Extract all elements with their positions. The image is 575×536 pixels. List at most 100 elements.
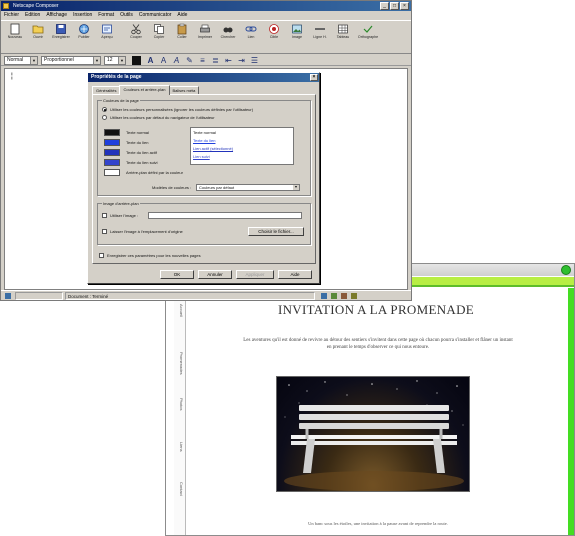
composer-icon[interactable]	[351, 293, 357, 299]
formatting-toolbar: Normal ▼ Proportionnel ▼ 12 ▼ A A A ✎ ≡ ≣ ⇤…	[1, 55, 411, 66]
link-text-color-swatch[interactable]	[104, 139, 120, 146]
nav-link-liens[interactable]: Liens	[176, 442, 184, 474]
bullet-list-icon[interactable]: ≡	[198, 56, 207, 65]
ok-button[interactable]: OK	[160, 270, 194, 279]
text-color-icon[interactable]	[132, 56, 141, 65]
menu-outils[interactable]: Outils	[120, 11, 133, 20]
page-colors-legend: Couleurs de la page	[102, 98, 140, 103]
target-button[interactable]: Cible	[263, 23, 285, 53]
followed-link-color-swatch[interactable]	[104, 159, 120, 166]
discussion-icon[interactable]	[341, 293, 347, 299]
cut-button[interactable]: Couper	[125, 23, 147, 53]
align-icon[interactable]: ☰	[250, 56, 259, 65]
copy-button[interactable]: Copier	[148, 23, 170, 53]
menu-edition[interactable]: Edition	[25, 11, 40, 20]
tab-colors-background[interactable]: Couleurs et arrière-plan	[119, 85, 170, 95]
default-colors-label: Utiliser les couleurs par défaut du navi…	[110, 115, 215, 120]
image-label: Image	[292, 35, 302, 39]
help-button[interactable]: Aide	[278, 270, 312, 279]
status-bar: Document : Terminé	[1, 290, 411, 300]
security-lock-icon[interactable]	[5, 293, 11, 299]
navigator-icon[interactable]	[321, 293, 327, 299]
publish-label: Publier	[78, 35, 90, 39]
image-button[interactable]: Image	[286, 23, 308, 53]
numbered-list-icon[interactable]: ≣	[211, 56, 220, 65]
nav-link-photos[interactable]: Photos	[176, 398, 184, 430]
link-label: Lien	[247, 35, 255, 39]
font-size-select[interactable]: 12 ▼	[104, 56, 126, 65]
dialog-close-button[interactable]: ×	[310, 74, 318, 81]
menu-insertion[interactable]: Insertion	[73, 11, 92, 20]
spellcheck-button[interactable]: Orthographe	[357, 23, 379, 53]
close-button[interactable]: ×	[400, 2, 409, 10]
background-color-swatch[interactable]	[104, 169, 120, 176]
preview-active-link: Lien actif (sélectionné)	[193, 146, 234, 151]
table-icon	[338, 24, 348, 34]
menu-format[interactable]: Format	[98, 11, 114, 20]
link-text-color-label: Texte du lien	[126, 140, 149, 145]
custom-colors-label: Utiliser les couleurs personnalisées (ig…	[110, 107, 254, 112]
page-properties-dialog: Propriétés de la page × Généralités Coul…	[87, 72, 320, 284]
browser-scrollbar[interactable]	[568, 288, 574, 535]
apply-button[interactable]: Appliquer	[236, 270, 274, 279]
active-link-color-swatch[interactable]	[104, 149, 120, 156]
indent-icon[interactable]: ⇥	[237, 56, 246, 65]
save-default-checkbox[interactable]	[99, 253, 104, 258]
bench-illustration	[284, 380, 464, 491]
image-path-input[interactable]	[148, 212, 302, 219]
minimize-button[interactable]: _	[380, 2, 389, 10]
preview-followed-link: Lien suivi	[193, 154, 210, 159]
paragraph-style-select[interactable]: Normal ▼	[4, 56, 38, 65]
keep-image-checkbox[interactable]	[102, 229, 107, 234]
decrease-size-icon[interactable]: A	[159, 56, 168, 65]
colors-tab-panel: Couleurs de la page Utiliser les couleur…	[92, 94, 316, 264]
find-button[interactable]: Chercher	[217, 23, 239, 53]
image-icon	[292, 24, 302, 34]
choose-file-button[interactable]: Choisir le fichier...	[248, 227, 304, 236]
preview-button[interactable]: Aperçu	[96, 23, 118, 53]
mail-icon[interactable]	[331, 293, 337, 299]
followed-link-color-label: Texte du lien suivi	[126, 160, 158, 165]
publish-icon	[79, 24, 89, 34]
menu-affichage[interactable]: Affichage	[46, 11, 67, 20]
background-color-label: Arrière-plan défini par la couleur	[126, 170, 183, 175]
paste-button[interactable]: Coller	[171, 23, 193, 53]
custom-colors-radio[interactable]	[102, 107, 107, 112]
menu-communicator[interactable]: Communicator	[139, 11, 172, 20]
window-titlebar[interactable]: Netscape Composer _ □ ×	[1, 1, 411, 11]
new-document-icon	[10, 23, 20, 35]
use-image-checkbox[interactable]	[102, 213, 107, 218]
save-button[interactable]: Enregistrer	[50, 23, 72, 53]
link-format-icon[interactable]: ✎	[185, 56, 194, 65]
throbber-icon[interactable]	[561, 265, 571, 275]
link-button[interactable]: Lien	[240, 23, 262, 53]
dialog-titlebar[interactable]: Propriétés de la page ×	[88, 73, 319, 82]
cancel-button[interactable]: Annuler	[198, 270, 232, 279]
target-icon	[269, 24, 279, 34]
table-button[interactable]: Tableau	[332, 23, 354, 53]
chevron-down-icon: ▼	[93, 57, 100, 64]
default-colors-radio[interactable]	[102, 115, 107, 120]
copy-label: Copier	[153, 35, 165, 39]
open-button[interactable]: Ouvrir	[27, 23, 49, 53]
font-face-select[interactable]: Proportionnel ▼	[41, 56, 101, 65]
copy-icon	[154, 24, 164, 34]
menu-fichier[interactable]: Fichier	[4, 11, 19, 20]
photo-caption: Un banc sous les étoiles, une invitation…	[308, 521, 448, 526]
nav-link-promenades[interactable]: Promenades	[176, 352, 184, 384]
open-folder-icon	[32, 25, 44, 34]
print-button[interactable]: Imprimer	[194, 23, 216, 53]
bold-icon[interactable]: A	[146, 56, 155, 65]
outdent-icon[interactable]: ⇤	[224, 56, 233, 65]
italic-icon[interactable]: A	[172, 56, 181, 65]
normal-text-color-swatch[interactable]	[104, 129, 120, 136]
publish-button[interactable]: Publier	[73, 23, 95, 53]
color-scheme-select[interactable]: Couleurs par défaut ▼	[196, 184, 300, 191]
nav-link-contact[interactable]: Contact	[176, 482, 184, 514]
hline-button[interactable]: Ligne H.	[309, 23, 331, 53]
menu-aide[interactable]: Aide	[177, 11, 187, 20]
maximize-button[interactable]: □	[390, 2, 399, 10]
new-button[interactable]: Nouveau	[4, 23, 26, 53]
background-image-group: Image d'arrière-plan Utiliser l'image : …	[97, 201, 311, 245]
window-title: Netscape Composer	[13, 3, 59, 9]
